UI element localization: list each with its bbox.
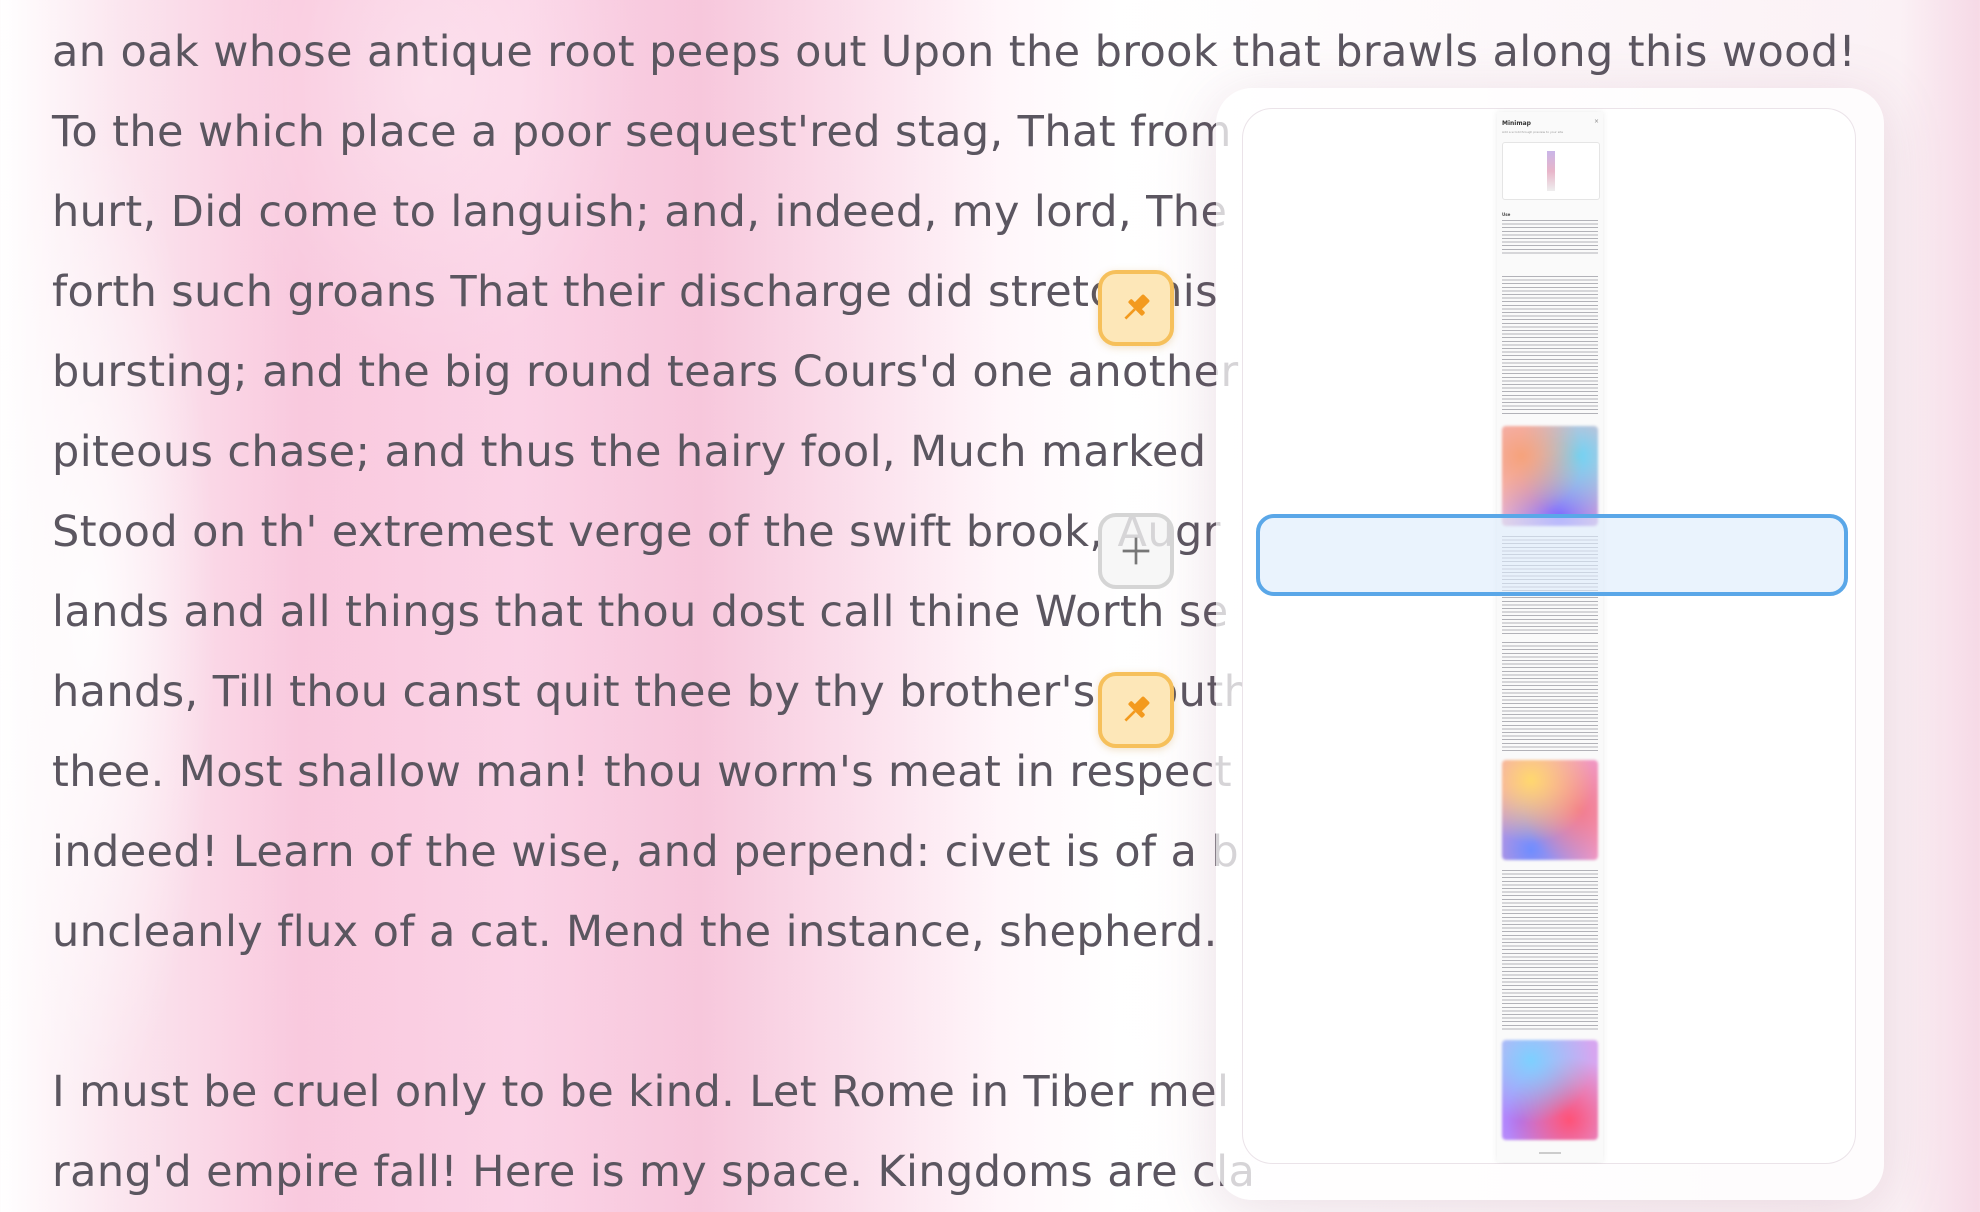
add-button[interactable]: [1098, 513, 1174, 589]
minimap-footer: [1539, 1152, 1561, 1154]
minimap-text-block: [1502, 276, 1598, 416]
plus-icon: [1122, 537, 1150, 565]
minimap-demo-card: [1502, 142, 1600, 200]
minimap-page-preview[interactable]: Minimap Add a scroll-through preview to …: [1497, 112, 1603, 1162]
minimap-text-block: [1502, 220, 1598, 256]
pin-button[interactable]: [1098, 270, 1174, 346]
close-icon: ×: [1593, 118, 1599, 125]
text-line: an oak whose antique root peeps out Upon…: [52, 27, 1857, 77]
minimap-title: Minimap: [1502, 120, 1531, 127]
minimap-image: [1502, 760, 1598, 860]
minimap-viewport-indicator[interactable]: [1256, 514, 1848, 596]
minimap-image: [1502, 426, 1598, 526]
minimap-image: [1502, 1040, 1598, 1140]
pin-button[interactable]: [1098, 672, 1174, 748]
pushpin-icon: [1124, 696, 1150, 722]
minimap-text-block: [1502, 642, 1598, 752]
demo-strip: [1547, 151, 1555, 191]
minimap-panel[interactable]: Minimap Add a scroll-through preview to …: [1242, 108, 1856, 1164]
minimap-subtitle: Add a scroll-through preview to your sit…: [1502, 130, 1564, 134]
minimap-section-heading: Use: [1502, 212, 1511, 217]
pushpin-icon: [1124, 294, 1150, 320]
minimap-text-block: [1502, 870, 1598, 1030]
